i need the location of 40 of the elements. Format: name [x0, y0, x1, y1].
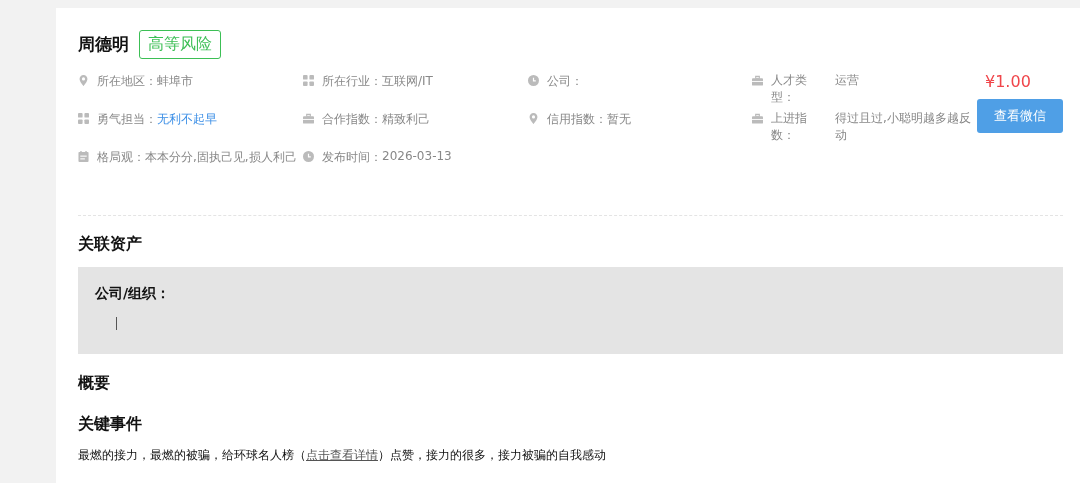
field-label: 信用指数：	[547, 111, 607, 128]
section-title: 关联资产	[78, 234, 143, 255]
clock-icon	[528, 75, 539, 86]
field-label: 公司：	[547, 73, 583, 90]
field-value: 得过且过,小聪明越多越反动	[835, 110, 972, 144]
org-label: 公司/组织：	[95, 285, 172, 303]
briefcase-icon	[752, 113, 763, 124]
field-label: 人才类型：	[771, 72, 808, 106]
field-value: 精致利己	[382, 111, 430, 128]
field-label: 勇气担当：	[97, 111, 157, 128]
field-value: 2026-03-13	[382, 149, 452, 163]
field-value: 互联网/IT	[382, 73, 433, 90]
field-value: 运营	[835, 72, 860, 89]
pin-icon	[78, 75, 89, 86]
field-link[interactable]: 无利不起早	[157, 111, 217, 128]
section-title: 概要	[78, 373, 111, 394]
calendar-icon	[78, 151, 89, 162]
clock-icon	[303, 151, 314, 162]
person-name: 周德明	[78, 33, 129, 56]
grid-icon	[78, 113, 89, 124]
field-label: 所在地区：	[97, 73, 157, 90]
field-value: 蚌埠市	[157, 73, 193, 90]
view-wechat-button[interactable]: 查看微信	[977, 99, 1063, 133]
risk-tag: 高等风险	[139, 30, 221, 59]
field-label: 发布时间：	[322, 149, 382, 166]
price: ¥1.00	[985, 71, 1031, 91]
briefcase-icon	[303, 113, 314, 124]
grid-icon	[303, 75, 314, 86]
field-label: 合作指数：	[322, 111, 382, 128]
pin-icon	[528, 113, 539, 124]
field-label: 上进指数：	[771, 110, 808, 144]
details-link[interactable]: 点击查看详情	[306, 448, 378, 462]
field-value: 暂无	[607, 111, 631, 128]
event-description: 最燃的接力，最燃的被骗，给环球名人榜（点击查看详情）点赞，接力的很多，接力被骗的自我感动	[78, 447, 607, 464]
field-label: 格局观：	[97, 149, 145, 166]
text-cursor-icon	[116, 317, 117, 330]
field-value: 本本分分,固执己见,损人利己	[145, 149, 297, 166]
briefcase-icon	[752, 75, 763, 86]
field-label: 所在行业：	[322, 73, 382, 90]
section-title: 关键事件	[78, 414, 143, 435]
